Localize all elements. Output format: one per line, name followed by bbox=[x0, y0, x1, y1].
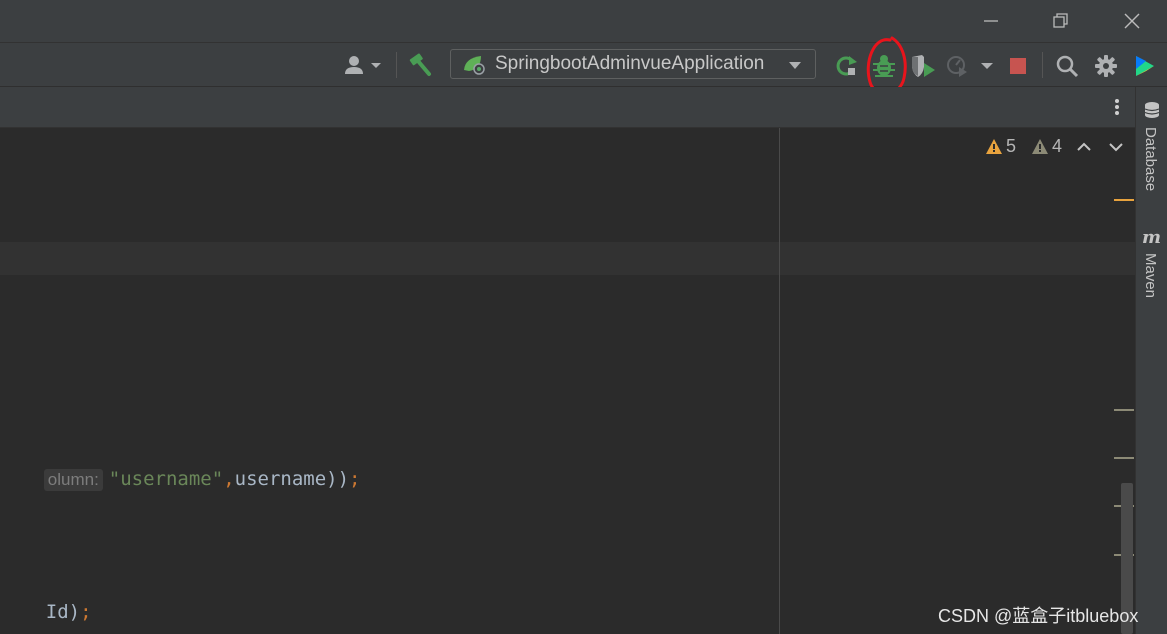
close-icon bbox=[1124, 13, 1140, 29]
weak-warnings-count: 4 bbox=[1052, 136, 1063, 156]
search-everywhere-button[interactable] bbox=[1053, 52, 1081, 80]
warning-icon bbox=[986, 138, 1002, 154]
spring-boot-icon bbox=[464, 56, 485, 75]
editor-tab-bar bbox=[0, 87, 1135, 128]
code-editor[interactable]: 5 4 olumn: "username",username)); Id); bbox=[0, 128, 1135, 634]
rerun-icon bbox=[836, 56, 857, 76]
build-button[interactable] bbox=[405, 52, 435, 78]
maven-tool-label: Maven bbox=[1142, 253, 1159, 299]
user-dropdown-icon bbox=[345, 56, 381, 74]
toolbar-separator bbox=[1042, 52, 1043, 78]
gear-icon bbox=[1095, 55, 1117, 77]
profiler-dropdown-icon bbox=[947, 56, 993, 77]
code-line[interactable]: olumn: "username",username)); bbox=[0, 446, 361, 513]
settings-button[interactable] bbox=[1092, 52, 1120, 80]
chevron-down-icon bbox=[1109, 143, 1123, 152]
coverage-icon bbox=[912, 55, 935, 77]
error-stripe-marker[interactable] bbox=[1114, 409, 1134, 411]
error-stripe-marker[interactable] bbox=[1114, 199, 1134, 201]
profile-button[interactable] bbox=[945, 52, 995, 80]
stop-button[interactable] bbox=[1005, 52, 1031, 80]
stop-icon bbox=[1010, 58, 1026, 74]
database-tool-button[interactable]: Database bbox=[1136, 99, 1167, 203]
warnings-indicator[interactable]: 5 bbox=[985, 136, 1016, 157]
title-bar bbox=[0, 0, 1167, 43]
plugin-logo-icon bbox=[1136, 56, 1154, 76]
hammer-icon bbox=[409, 53, 431, 76]
run-configuration-selector[interactable]: SpringbootAdminvueApplication bbox=[450, 49, 816, 79]
warnings-count: 5 bbox=[1006, 136, 1017, 156]
more-vertical-icon bbox=[1115, 99, 1119, 115]
restore-icon bbox=[1053, 13, 1068, 28]
database-tool-label: Database bbox=[1142, 127, 1159, 192]
search-icon bbox=[1056, 55, 1079, 78]
right-margin-guide bbox=[779, 128, 780, 634]
minimize-button[interactable] bbox=[968, 0, 1014, 42]
error-stripe-marker[interactable] bbox=[1114, 457, 1134, 459]
code-line[interactable]: Id); bbox=[0, 579, 92, 634]
right-tool-window-bar: Database m Maven bbox=[1135, 87, 1167, 634]
chevron-up-icon bbox=[1077, 142, 1091, 151]
maven-icon: m bbox=[1142, 227, 1161, 247]
tab-options-button[interactable] bbox=[1108, 95, 1126, 119]
vcs-user-button[interactable] bbox=[342, 53, 384, 77]
toolbar-separator bbox=[396, 52, 397, 78]
maven-tool-button[interactable]: m Maven bbox=[1136, 225, 1167, 309]
weak-warning-icon bbox=[1032, 138, 1048, 154]
code-with-me-button[interactable] bbox=[1130, 52, 1160, 80]
database-icon bbox=[1144, 102, 1160, 118]
run-with-coverage-button[interactable] bbox=[908, 52, 938, 80]
previous-highlight-button[interactable] bbox=[1076, 139, 1092, 158]
weak-warnings-indicator[interactable]: 4 bbox=[1031, 136, 1062, 157]
chevron-down-icon bbox=[789, 62, 801, 69]
next-highlight-button[interactable] bbox=[1108, 139, 1124, 158]
close-button[interactable] bbox=[1109, 0, 1155, 42]
watermark-text: CSDN @蓝盒子itbluebox bbox=[938, 606, 1139, 626]
parameter-hint: olumn: bbox=[43, 469, 103, 491]
svg-text:m: m bbox=[1142, 227, 1161, 247]
caret-row-highlight bbox=[0, 242, 1135, 275]
minimize-icon bbox=[984, 20, 998, 22]
run-configuration-label: SpringbootAdminvueApplication bbox=[495, 53, 765, 74]
rerun-button[interactable] bbox=[832, 52, 860, 80]
restore-button[interactable] bbox=[1037, 0, 1083, 42]
